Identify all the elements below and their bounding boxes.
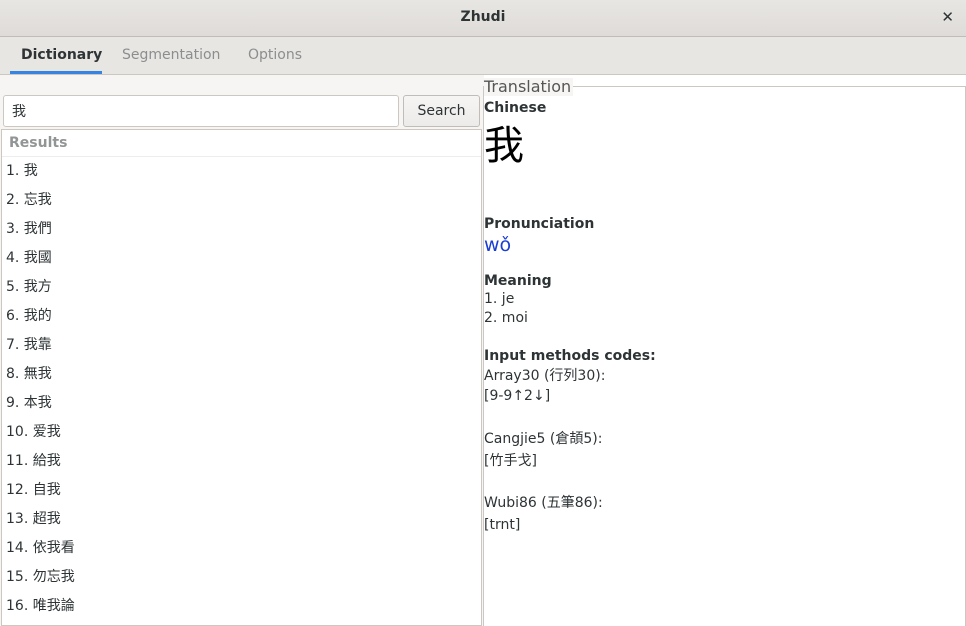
tab-dictionary[interactable]: Dictionary bbox=[21, 47, 102, 63]
wubi86-label: Wubi86 (五筆86): bbox=[484, 495, 603, 511]
array30-label: Array30 (行列30): bbox=[484, 368, 606, 384]
tab-options[interactable]: Options bbox=[248, 47, 302, 63]
window-title: Zhudi bbox=[460, 9, 506, 25]
tab-bar: Dictionary Segmentation Options bbox=[0, 37, 966, 75]
list-item[interactable]: 1. 我 bbox=[2, 157, 481, 186]
pronunciation-label: Pronunciation bbox=[484, 216, 595, 232]
array30-value: [9-9↑2↓] bbox=[484, 388, 551, 404]
cangjie5-value: [竹手戈] bbox=[484, 453, 537, 469]
chinese-label: Chinese bbox=[484, 100, 547, 116]
list-item[interactable]: 16. 唯我論 bbox=[2, 592, 481, 621]
close-icon[interactable]: ✕ bbox=[941, 8, 954, 26]
list-item[interactable]: 4. 我國 bbox=[2, 244, 481, 273]
input-methods-label: Input methods codes: bbox=[484, 348, 656, 364]
list-item[interactable]: 9. 本我 bbox=[2, 389, 481, 418]
translation-panel: Translation Chinese 我 Pronunciation wǒ M… bbox=[484, 75, 966, 626]
tab-segmentation[interactable]: Segmentation bbox=[122, 47, 220, 63]
list-item[interactable]: 3. 我們 bbox=[2, 215, 481, 244]
search-input[interactable] bbox=[3, 95, 399, 127]
results-list[interactable]: Results 1. 我 2. 忘我 3. 我們 4. 我國 5. 我方 6. … bbox=[1, 129, 482, 626]
meaning-item: 1. je bbox=[484, 291, 515, 307]
cangjie5-label: Cangjie5 (倉頡5): bbox=[484, 431, 603, 447]
pronunciation-value: wǒ bbox=[484, 234, 512, 256]
chinese-value: 我 bbox=[484, 123, 524, 169]
list-item[interactable]: 5. 我方 bbox=[2, 273, 481, 302]
meaning-label: Meaning bbox=[484, 273, 552, 289]
list-item[interactable]: 6. 我的 bbox=[2, 302, 481, 331]
title-bar: Zhudi ✕ bbox=[0, 0, 966, 37]
list-item[interactable]: 15. 勿忘我 bbox=[2, 563, 481, 592]
list-item[interactable]: 13. 超我 bbox=[2, 505, 481, 534]
list-item[interactable]: 8. 無我 bbox=[2, 360, 481, 389]
wubi86-value: [trnt] bbox=[484, 517, 521, 533]
list-item[interactable]: 7. 我靠 bbox=[2, 331, 481, 360]
meaning-item: 2. moi bbox=[484, 310, 528, 326]
active-tab-indicator bbox=[10, 71, 102, 74]
search-button[interactable]: Search bbox=[403, 95, 480, 127]
translation-content: Chinese 我 Pronunciation wǒ Meaning 1. je… bbox=[484, 99, 954, 536]
list-item[interactable]: 10. 爱我 bbox=[2, 418, 481, 447]
list-item[interactable]: 2. 忘我 bbox=[2, 186, 481, 215]
list-item[interactable]: 14. 依我看 bbox=[2, 534, 481, 563]
results-header: Results bbox=[2, 130, 481, 157]
list-item[interactable]: 12. 自我 bbox=[2, 476, 481, 505]
translation-legend: Translation bbox=[484, 77, 574, 96]
list-item[interactable]: 11. 給我 bbox=[2, 447, 481, 476]
dictionary-left-panel: Search Results 1. 我 2. 忘我 3. 我們 4. 我國 5.… bbox=[0, 75, 483, 626]
